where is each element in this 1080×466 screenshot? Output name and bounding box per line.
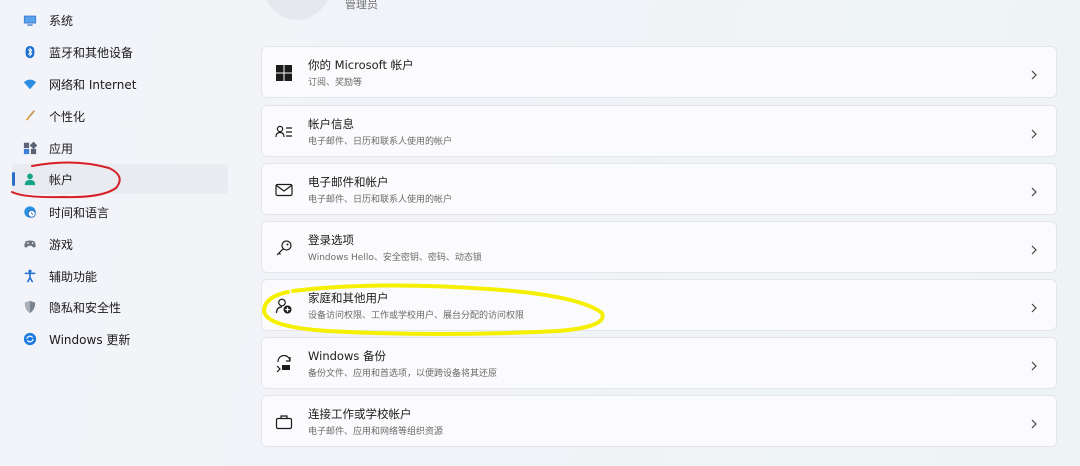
account-info-icon: [275, 123, 293, 141]
chevron-right-icon: [1028, 125, 1040, 139]
card-title: 连接工作或学校帐户: [308, 407, 412, 421]
wifi-icon: [22, 76, 38, 92]
mail-icon: [275, 181, 293, 199]
active-indicator: [12, 172, 15, 186]
sidebar-item-label: 个性化: [49, 109, 86, 124]
sidebar-item-label: 隐私和安全性: [49, 300, 122, 315]
card-email-accounts[interactable]: 电子邮件和帐户 电子邮件、日历和联系人使用的帐户: [261, 163, 1057, 215]
card-title: 你的 Microsoft 帐户: [308, 58, 414, 72]
chevron-right-icon: [1028, 183, 1040, 197]
accessibility-icon: [22, 268, 38, 284]
sidebar-item-label: Windows 更新: [49, 332, 131, 347]
gamepad-icon: [22, 236, 38, 252]
shield-icon: [22, 299, 38, 315]
card-subtitle: 备份文件、应用和首选项，以便跨设备将其还原: [308, 369, 498, 379]
person-icon: [22, 171, 38, 187]
avatar: [262, 0, 332, 20]
chevron-right-icon: [1028, 357, 1040, 371]
backup-icon: [275, 354, 293, 373]
card-microsoft-account[interactable]: 你的 Microsoft 帐户 订阅、奖励等: [261, 46, 1057, 98]
sidebar-item-accounts[interactable]: 帐户: [12, 164, 228, 194]
card-subtitle: Windows Hello、安全密钥、密码、动态锁: [308, 253, 482, 263]
sidebar-item-label: 时间和语言: [49, 205, 110, 220]
sidebar: 系统 蓝牙和其他设备 网络和 Internet 个性化 应用 帐户 时间和语言 …: [0, 0, 240, 466]
card-subtitle: 设备访问权限、工作或学校用户、展台分配的访问权限: [308, 311, 525, 321]
update-icon: [22, 331, 38, 347]
card-title: 登录选项: [308, 233, 354, 247]
sidebar-item-bluetooth[interactable]: 蓝牙和其他设备: [12, 37, 228, 67]
sidebar-item-apps[interactable]: 应用: [12, 133, 228, 163]
card-title: Windows 备份: [308, 349, 386, 363]
chevron-right-icon: [1028, 415, 1040, 429]
sidebar-item-label: 应用: [49, 141, 74, 156]
sidebar-item-label: 帐户: [49, 172, 74, 187]
sidebar-item-privacy[interactable]: 隐私和安全性: [12, 292, 228, 322]
sidebar-item-label: 蓝牙和其他设备: [49, 45, 134, 60]
sidebar-item-time-language[interactable]: 时间和语言: [12, 197, 228, 227]
sidebar-item-network[interactable]: 网络和 Internet: [12, 69, 228, 99]
card-title: 帐户信息: [308, 117, 354, 131]
apps-icon: [22, 140, 38, 156]
card-subtitle: 电子邮件、应用和网络等组织资源: [308, 427, 444, 437]
sidebar-item-label: 系统: [49, 13, 74, 28]
sidebar-item-windows-update[interactable]: Windows 更新: [12, 324, 228, 354]
chevron-right-icon: [1028, 66, 1040, 80]
card-windows-backup[interactable]: Windows 备份 备份文件、应用和首选项，以便跨设备将其还原: [261, 337, 1057, 389]
globe-clock-icon: [22, 204, 38, 220]
sidebar-item-label: 网络和 Internet: [49, 77, 137, 92]
sidebar-item-system[interactable]: 系统: [12, 5, 228, 35]
card-sign-in-options[interactable]: 登录选项 Windows Hello、安全密钥、密码、动态锁: [261, 221, 1057, 273]
card-family-other-users[interactable]: 家庭和其他用户 设备访问权限、工作或学校用户、展台分配的访问权限: [261, 279, 1057, 331]
brush-icon: [22, 108, 38, 124]
card-subtitle: 电子邮件、日历和联系人使用的帐户: [308, 195, 453, 205]
bluetooth-icon: [22, 44, 38, 60]
chevron-right-icon: [1028, 241, 1040, 255]
sidebar-item-label: 游戏: [49, 237, 74, 252]
windows-logo-icon: [275, 64, 293, 82]
key-icon: [275, 239, 293, 257]
card-subtitle: 订阅、奖励等: [308, 78, 363, 88]
monitor-icon: [22, 12, 38, 28]
briefcase-icon: [275, 413, 293, 431]
sidebar-item-personalization[interactable]: 个性化: [12, 101, 228, 131]
card-account-info[interactable]: 帐户信息 电子邮件、日历和联系人使用的帐户: [261, 105, 1057, 157]
account-role: 管理员: [345, 0, 378, 11]
sidebar-item-gaming[interactable]: 游戏: [12, 229, 228, 259]
sidebar-item-accessibility[interactable]: 辅助功能: [12, 261, 228, 291]
card-subtitle: 电子邮件、日历和联系人使用的帐户: [308, 137, 453, 147]
card-work-school-account[interactable]: 连接工作或学校帐户 电子邮件、应用和网络等组织资源: [261, 395, 1057, 447]
chevron-right-icon: [1028, 299, 1040, 313]
card-title: 电子邮件和帐户: [308, 175, 389, 189]
sidebar-item-label: 辅助功能: [49, 269, 98, 284]
card-title: 家庭和其他用户: [308, 291, 389, 305]
family-add-icon: [275, 297, 293, 315]
